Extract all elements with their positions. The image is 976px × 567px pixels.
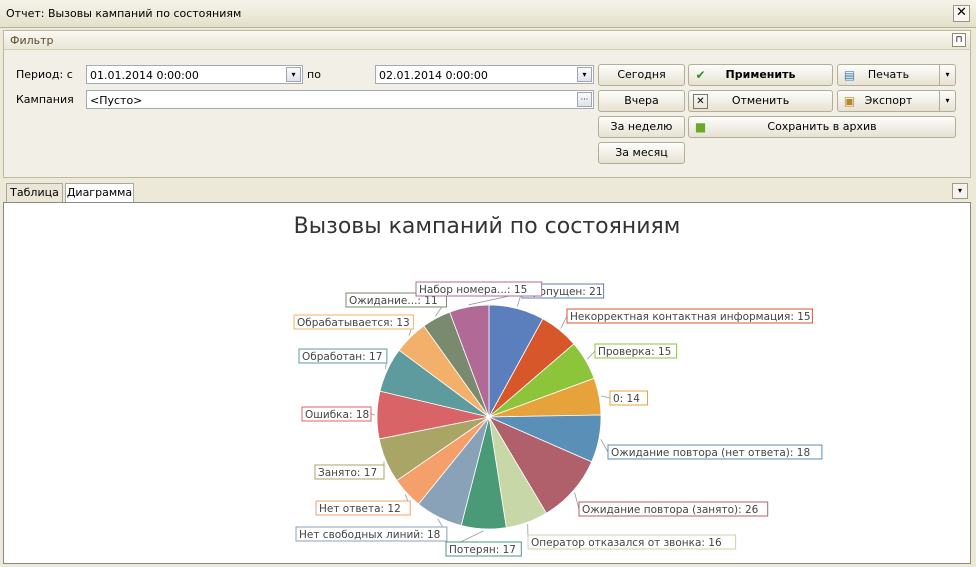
campaign-field[interactable]: <Пусто> ··· [86,90,594,109]
date-from-value: 01.01.2014 0:00:00 [90,69,199,82]
yesterday-button[interactable]: Вчера [598,90,685,112]
slice-label: Ожидание повтора (нет ответа): 18 [611,447,810,459]
chevron-down-icon[interactable]: ▾ [939,91,955,111]
briefcase-icon: ▣ [843,94,856,108]
slice-label: Обработан: 17 [302,351,382,363]
month-label: За месяц [615,146,668,159]
date-to-value: 02.01.2014 0:00:00 [379,69,488,82]
save-archive-button[interactable]: ■ Сохранить в архив [688,116,956,138]
export-label: Экспорт [864,94,913,107]
apply-button[interactable]: ✔ Применить [688,64,833,86]
ellipsis-icon[interactable]: ··· [577,92,592,107]
filter-header-label: Фильтр [10,34,54,47]
archive-icon: ■ [694,120,707,134]
slice-label: Ожидание...: 11 [349,295,438,307]
apply-label: Применить [725,68,796,81]
window-titlebar: Отчет: Вызовы кампаний по состояниям ✕ [0,0,976,28]
chevron-down-icon[interactable]: ▾ [577,67,592,82]
cancel-label: Отменить [731,94,790,107]
campaign-value: <Пусто> [90,94,143,107]
leader-line [560,315,568,329]
cancel-button[interactable]: ✕ Отменить [688,90,833,112]
today-label: Сегодня [617,68,666,81]
week-label: За неделю [610,120,673,133]
date-from-field[interactable]: 01.01.2014 0:00:00 ▾ [86,65,303,84]
slice-label: Набор номера...: 15 [419,284,527,296]
slice-label: Нет свободных линий: 18 [299,529,440,541]
tab-chart-label: Диаграмма [66,186,133,199]
window-title: Отчет: Вызовы кампаний по состояниям [6,7,242,20]
date-to-field[interactable]: 02.01.2014 0:00:00 ▾ [375,65,594,84]
campaign-label: Кампания [16,93,74,106]
chart-area: Вызовы кампаний по состояниям Пропущен: … [3,202,971,564]
week-button[interactable]: За неделю [598,116,685,138]
tab-table-label: Таблица [10,186,59,199]
save-archive-label: Сохранить в архив [767,120,877,133]
pie-chart: Вызовы кампаний по состояниям Пропущен: … [293,214,823,557]
leader-line [574,492,580,510]
slice-label: Ошибка: 18 [305,409,369,421]
yesterday-label: Вчера [624,94,659,107]
tab-table[interactable]: Таблица [6,183,63,203]
slice-label: Нет ответа: 12 [319,503,401,515]
slice-label: Проверка: 15 [598,346,671,358]
export-button[interactable]: ▣ Экспорт ▾ [837,90,956,112]
leader-line [600,395,611,399]
check-icon: ✔ [695,68,706,82]
tab-chart[interactable]: Диаграмма [65,183,134,204]
slice-label: Оператор отказался от звонка: 16 [531,537,722,549]
slice-label: Некорректная контактная информация: 15 [570,311,811,323]
chart-title: Вызовы кампаний по состояниям [294,214,681,239]
leader-line [600,439,609,453]
pin-icon[interactable]: ⊓ [952,33,966,47]
slice-label: Потерян: 17 [449,544,516,556]
filter-header: Фильтр ⊓ [4,31,970,50]
leader-line [586,350,596,360]
cancel-icon: ✕ [693,94,708,109]
close-icon[interactable]: ✕ [953,5,970,22]
tab-menu-chevron-icon[interactable]: ▾ [952,183,968,199]
month-button[interactable]: За месяц [598,142,685,164]
printer-icon: ▤ [843,68,856,82]
slice-label: Ожидание повтора (занято): 26 [582,504,759,516]
print-label: Печать [867,68,910,81]
chevron-down-icon[interactable]: ▾ [939,65,955,85]
period-label: Период: с [16,68,73,81]
today-button[interactable]: Сегодня [598,64,685,86]
print-button[interactable]: ▤ Печать ▾ [837,64,956,86]
chevron-down-icon[interactable]: ▾ [286,67,301,82]
to-label: по [307,68,321,81]
slice-label: 0: 14 [613,393,640,405]
leader-line [370,413,376,416]
pie-slices [376,304,602,530]
slice-label: Обрабатывается: 13 [297,317,410,329]
filter-panel: Фильтр ⊓ Период: с 01.01.2014 0:00:00 ▾ … [3,30,971,178]
slice-label: Занято: 17 [318,467,377,479]
